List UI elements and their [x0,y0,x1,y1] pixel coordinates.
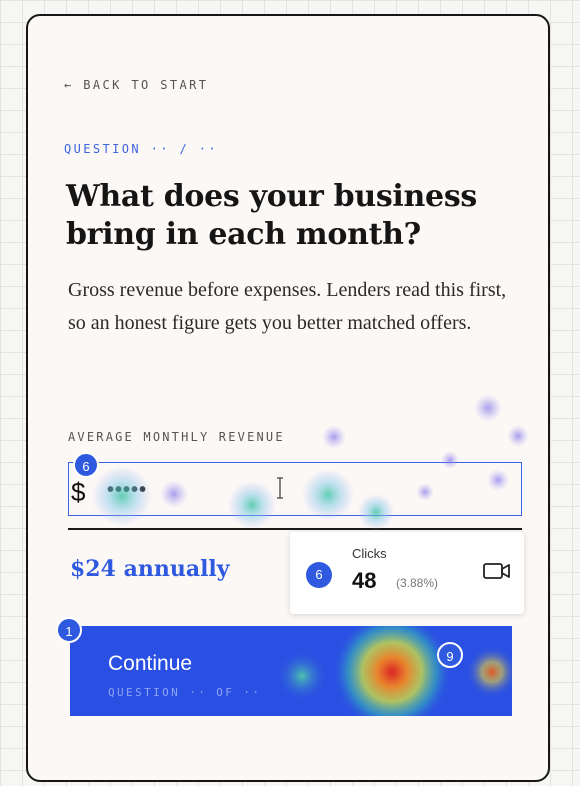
tooltip-badge: 6 [306,562,332,588]
continue-button[interactable]: Continue QUESTION ·· OF ·· [70,626,512,716]
back-to-start-link[interactable]: ← BACK TO START [64,78,208,92]
form-card: ← BACK TO START QUESTION ·· / ·· What do… [26,14,550,782]
video-camera-icon[interactable] [482,560,512,582]
question-counter: QUESTION ·· / ·· [64,142,218,156]
divider-line [68,528,522,530]
continue-button-sublabel: QUESTION ·· OF ·· [108,686,262,699]
continue-button-label: Continue [108,652,193,675]
annual-revenue-summary: $24 annually [70,556,230,582]
tooltip-click-percent: (3.88%) [396,576,439,590]
currency-symbol: $ [71,477,86,507]
page-title: What does your business bring in each mo… [66,179,478,252]
click-stats-tooltip: 6 Clicks 48 (3.88%) [290,532,524,614]
revenue-masked-value: ••••• [107,479,148,501]
heatmap-hotspot-marker: 9 [437,642,463,668]
tooltip-label: Clicks [352,546,387,561]
continue-button-click-marker: 1 [56,617,82,643]
page-subtitle: Gross revenue before expenses. Lenders r… [68,279,507,334]
revenue-input[interactable]: $ ••••• [68,462,522,516]
text-cursor-icon [277,477,283,499]
revenue-field-label: AVERAGE MONTHLY REVENUE [68,430,285,444]
revenue-field-click-marker: 6 [73,452,99,478]
tooltip-click-count: 48 [352,568,377,593]
